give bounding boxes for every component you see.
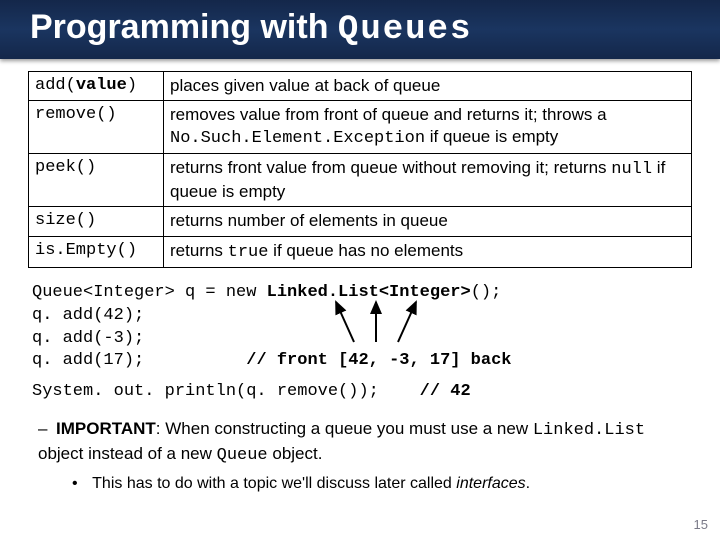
method-cell: remove() xyxy=(29,101,164,154)
page-number: 15 xyxy=(694,517,708,532)
sub-note: • This has to do with a topic we'll disc… xyxy=(72,474,682,495)
method-cell: is.Empty() xyxy=(29,236,164,267)
title-part1: Programming with xyxy=(30,8,338,46)
desc-cell: returns number of elements in queue xyxy=(164,207,692,236)
desc-cell: returns front value from queue without r… xyxy=(164,154,692,207)
code-line: System. out. println(q. remove()); // 42 xyxy=(32,381,688,404)
important-note: –IMPORTANT: When constructing a queue yo… xyxy=(38,418,682,468)
desc-cell: returns true if queue has no elements xyxy=(164,236,692,267)
title-part2: Queues xyxy=(338,11,472,49)
code-line: q. add(17); // front [42, -3, 17] back xyxy=(32,350,688,373)
api-table: add(value) places given value at back of… xyxy=(28,71,692,268)
method-cell: add(value) xyxy=(29,72,164,101)
table-row: peek() returns front value from queue wi… xyxy=(29,154,692,207)
method-cell: peek() xyxy=(29,154,164,207)
method-cell: size() xyxy=(29,207,164,236)
table-row: remove() removes value from front of que… xyxy=(29,101,692,154)
table-row: add(value) places given value at back of… xyxy=(29,72,692,101)
slide-content: add(value) places given value at back of… xyxy=(0,59,720,503)
slide-title: Programming with Queues xyxy=(0,0,720,59)
desc-cell: removes value from front of queue and re… xyxy=(164,101,692,154)
code-example: Queue<Integer> q = new Linked.List<Integ… xyxy=(32,282,688,405)
arrow-diagram-icon xyxy=(332,298,452,348)
desc-cell: places given value at back of queue xyxy=(164,72,692,101)
table-row: is.Empty() returns true if queue has no … xyxy=(29,236,692,267)
table-row: size() returns number of elements in que… xyxy=(29,207,692,236)
